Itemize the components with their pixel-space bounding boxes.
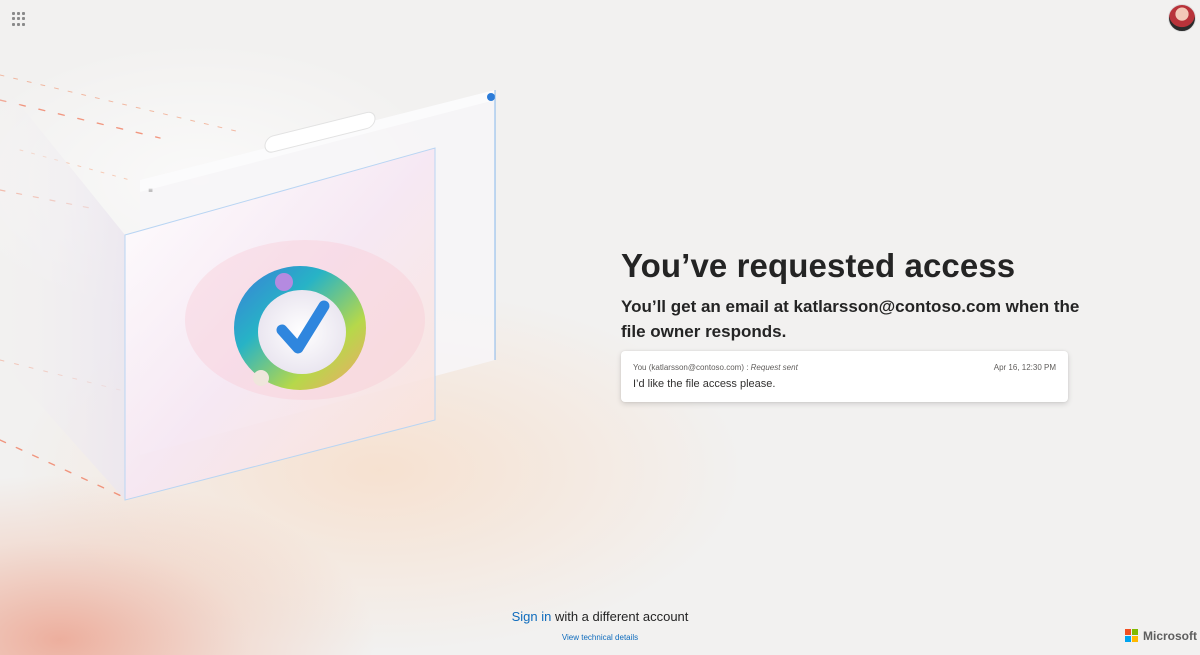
signin-prompt: Sign in with a different account bbox=[0, 609, 1200, 624]
microsoft-logo: Microsoft bbox=[1125, 629, 1197, 643]
svg-text:≡: ≡ bbox=[148, 187, 153, 194]
microsoft-logo-icon bbox=[1125, 629, 1139, 643]
access-message: You’ve requested access You’ll get an em… bbox=[621, 246, 1091, 344]
user-avatar[interactable] bbox=[1168, 4, 1196, 32]
request-message: I’d like the file access please. bbox=[633, 378, 776, 390]
access-illustration: ≡ bbox=[0, 74, 496, 501]
technical-details: View technical details bbox=[0, 633, 1200, 642]
page-title: You’ve requested access bbox=[621, 247, 1016, 284]
request-status: Request sent bbox=[750, 363, 798, 372]
request-sender: You (katlarsson@contoso.com) : Request s… bbox=[633, 363, 798, 372]
checkmark-loop-icon bbox=[234, 266, 366, 390]
page-subtitle: You’ll get an email at katlarsson@contos… bbox=[621, 297, 1080, 341]
view-technical-details-link[interactable]: View technical details bbox=[562, 633, 638, 642]
microsoft-wordmark: Microsoft bbox=[1143, 629, 1197, 643]
signin-rest-text: with a different account bbox=[551, 609, 689, 624]
app-launcher-icon[interactable] bbox=[12, 12, 26, 26]
request-card: You (katlarsson@contoso.com) : Request s… bbox=[621, 351, 1068, 402]
request-sender-text: You (katlarsson@contoso.com) : bbox=[633, 363, 751, 372]
signin-link[interactable]: Sign in bbox=[512, 609, 552, 624]
request-timestamp: Apr 16, 12:30 PM bbox=[993, 363, 1056, 372]
